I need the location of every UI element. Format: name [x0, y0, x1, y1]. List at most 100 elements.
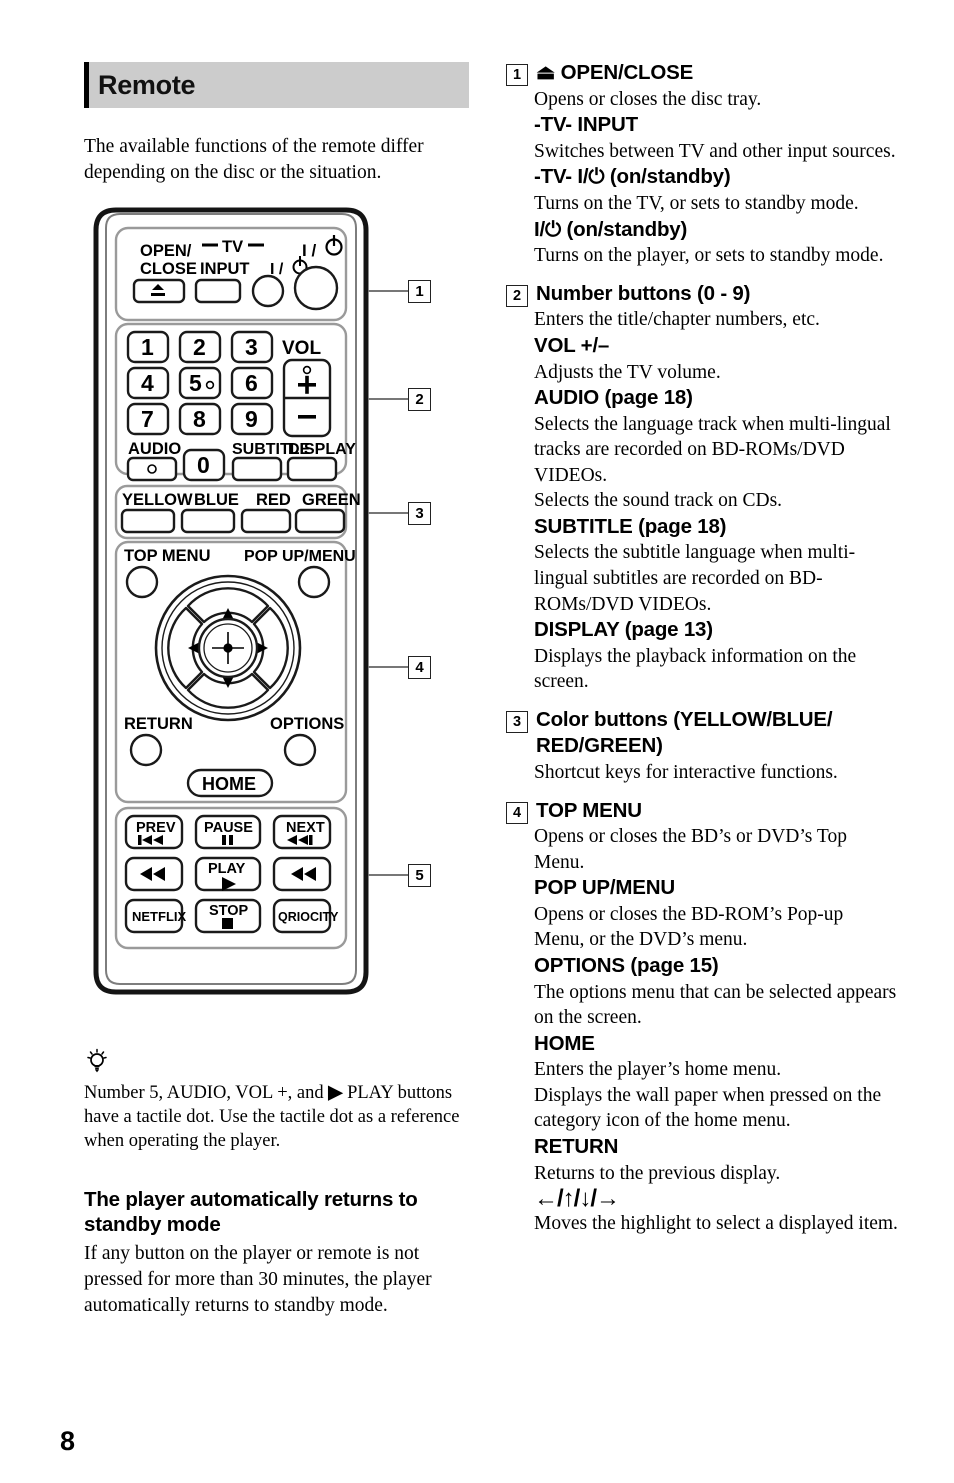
entry-1-sub-0-desc: Switches between TV and other input sour… — [534, 140, 896, 162]
standby-note-body: If any button on the player or remote is… — [84, 1243, 432, 1317]
entry-3-number: 3 — [506, 710, 528, 733]
svg-text:5: 5 — [189, 370, 202, 396]
entry-4-sub-4-desc: Moves the highlight to select a displaye… — [534, 1213, 898, 1235]
svg-text:INPUT: INPUT — [200, 260, 250, 278]
svg-text:1: 1 — [141, 334, 154, 360]
entry-2-desc: Enters the title/chapter numbers, etc. — [534, 309, 820, 331]
entry-1-title: ⏏ OPEN/CLOSE — [536, 61, 694, 84]
svg-text:TV: TV — [222, 238, 243, 256]
svg-text:PREV: PREV — [136, 820, 176, 836]
svg-text:YELLOW: YELLOW — [122, 491, 193, 509]
tip-text: Number 5, AUDIO, VOL +, and ▶ PLAY butto… — [84, 1080, 469, 1153]
entry-4-sub-1-title: OPTIONS (page 15) — [534, 953, 719, 977]
play-glyph-icon: ▶ — [328, 1081, 343, 1103]
svg-text:POP UP/MENU: POP UP/MENU — [244, 548, 356, 565]
entry-1-head: 1 ⏏ OPEN/CLOSE — [506, 60, 898, 87]
entry-2-head: 2 Number buttons (0 - 9) — [506, 281, 898, 308]
entry-3-desc: Shortcut keys for interactive functions. — [534, 762, 838, 784]
entry-3: 3 Color buttons (YELLOW/BLUE/ RED/GREEN)… — [506, 707, 898, 786]
entry-4: 4 TOP MENU Opens or closes the BD’s or D… — [506, 798, 898, 1237]
svg-text:TOP MENU: TOP MENU — [124, 547, 211, 565]
svg-text:NETFLIX: NETFLIX — [132, 909, 186, 924]
svg-text:QRIOCITY: QRIOCITY — [278, 910, 339, 924]
entry-1-desc: Opens or closes the disc tray. — [534, 88, 762, 110]
callout-3: 3 — [408, 502, 431, 526]
entry-1-number: 1 — [506, 64, 528, 86]
callout-1: 1 — [408, 280, 431, 304]
remote-diagram: .ol { fill:#fff; stroke:#1a1a1a; stroke-… — [84, 202, 469, 1012]
entry-2-sub-2-desc: Selects the subtitle language when multi… — [534, 542, 856, 615]
entry-1: 1 ⏏ OPEN/CLOSE Opens or closes the disc … — [506, 60, 898, 269]
entry-4-sub-3-title: RETURN — [534, 1134, 619, 1158]
svg-text:HOME: HOME — [202, 774, 256, 794]
page-title: Remote — [98, 69, 196, 100]
entry-2-title: Number buttons (0 - 9) — [536, 281, 751, 305]
remote-illustration-svg: .ol { fill:#fff; stroke:#1a1a1a; stroke-… — [93, 207, 369, 995]
svg-text:RED: RED — [256, 491, 291, 509]
entry-4-sub-3-desc: Returns to the previous display. — [534, 1162, 781, 1184]
entry-2-number: 2 — [506, 284, 528, 307]
tip-text-before: Number 5, AUDIO, VOL +, and — [84, 1083, 324, 1104]
entry-1-sub-1-title: -TV- I/⏻ (on/standby) — [534, 165, 731, 189]
callout-4: 4 — [408, 656, 431, 680]
svg-text:8: 8 — [193, 406, 206, 432]
svg-text:OPEN/: OPEN/ — [140, 242, 192, 260]
left-column: Remote The available functions of the re… — [84, 62, 469, 1319]
entry-2-sub-1-title: AUDIO (page 18) — [534, 386, 693, 410]
svg-text:RETURN: RETURN — [124, 715, 193, 733]
manual-page: Remote The available functions of the re… — [0, 0, 954, 1483]
entry-2-sub-0-desc: Adjusts the TV volume. — [534, 361, 721, 383]
lightbulb-tip-icon — [87, 1049, 107, 1073]
svg-text:DISPLAY: DISPLAY — [288, 441, 356, 458]
entry-4-title: TOP MENU — [536, 798, 642, 822]
entry-2-sub-3-title: DISPLAY (page 13) — [534, 618, 713, 642]
svg-text:6: 6 — [245, 370, 258, 396]
callout-line-5 — [368, 874, 408, 877]
callout-line-4 — [368, 666, 408, 669]
callout-2: 2 — [408, 388, 431, 412]
entry-1-sub-2-title: I/⏻ (on/standby) — [534, 217, 688, 241]
callout-line-1 — [368, 290, 408, 293]
entry-2-sub-2-title: SUBTITLE (page 18) — [534, 514, 727, 538]
svg-text:GREEN: GREEN — [302, 491, 361, 509]
entry-2: 2 Number buttons (0 - 9) Enters the titl… — [506, 281, 898, 695]
entry-4-desc: Opens or closes the BD’s or DVD’s Top Me… — [534, 826, 847, 873]
entry-2-sub-1-desc: Selects the language track when multi-li… — [534, 413, 891, 512]
callout-line-2 — [368, 398, 408, 401]
svg-text:VOL: VOL — [282, 338, 321, 359]
svg-text:OPTIONS: OPTIONS — [270, 715, 344, 733]
svg-text:AUDIO: AUDIO — [128, 440, 181, 458]
entry-3-head: 3 Color buttons (YELLOW/BLUE/ RED/GREEN) — [506, 707, 898, 760]
entry-3-title: Color buttons (YELLOW/BLUE/ RED/GREEN) — [536, 707, 833, 758]
svg-text:7: 7 — [141, 406, 154, 432]
entry-4-head: 4 TOP MENU — [506, 798, 898, 825]
entry-2-sub-0-title: VOL +/– — [534, 333, 610, 357]
svg-text:2: 2 — [193, 334, 206, 360]
svg-text:STOP: STOP — [209, 903, 249, 919]
right-column: 1 ⏏ OPEN/CLOSE Opens or closes the disc … — [506, 60, 898, 1249]
svg-text:I /: I / — [302, 241, 316, 260]
entry-4-sub-0-title: POP UP/MENU — [534, 876, 675, 900]
entry-4-number: 4 — [506, 801, 528, 824]
svg-text:PAUSE: PAUSE — [204, 820, 253, 836]
svg-text:0: 0 — [197, 452, 210, 478]
entry-4-sub-0-desc: Opens or closes the BD-ROM’s Pop-up Menu… — [534, 903, 844, 951]
svg-text:PLAY: PLAY — [208, 861, 246, 877]
entry-2-subitems: VOL +/– Adjusts the TV volume. AUDIO (pa… — [506, 333, 898, 695]
standby-note-heading: The player automatically returns to stan… — [84, 1188, 418, 1237]
svg-text:4: 4 — [141, 370, 154, 396]
entry-4-sub-4-title: ←/↑/↓/→ — [534, 1185, 620, 1213]
entry-1-sub-2-desc: Turns on the player, or sets to standby … — [534, 245, 884, 267]
section-banner: Remote — [84, 62, 469, 108]
entry-1-sub-0-title: -TV- INPUT — [534, 113, 638, 137]
intro-paragraph: The available functions of the remote di… — [84, 136, 424, 184]
svg-text:NEXT: NEXT — [286, 820, 325, 836]
callout-line-3 — [368, 512, 408, 515]
entry-2-sub-3-desc: Displays the playback information on the… — [534, 645, 857, 693]
tip-block: Number 5, AUDIO, VOL +, and ▶ PLAY butto… — [84, 1048, 469, 1153]
svg-text:CLOSE: CLOSE — [140, 260, 197, 278]
page-number: 8 — [60, 1426, 76, 1456]
callout-5: 5 — [408, 864, 431, 888]
entry-4-sub-1-desc: The options menu that can be selected ap… — [534, 981, 897, 1029]
svg-text:9: 9 — [245, 406, 258, 432]
